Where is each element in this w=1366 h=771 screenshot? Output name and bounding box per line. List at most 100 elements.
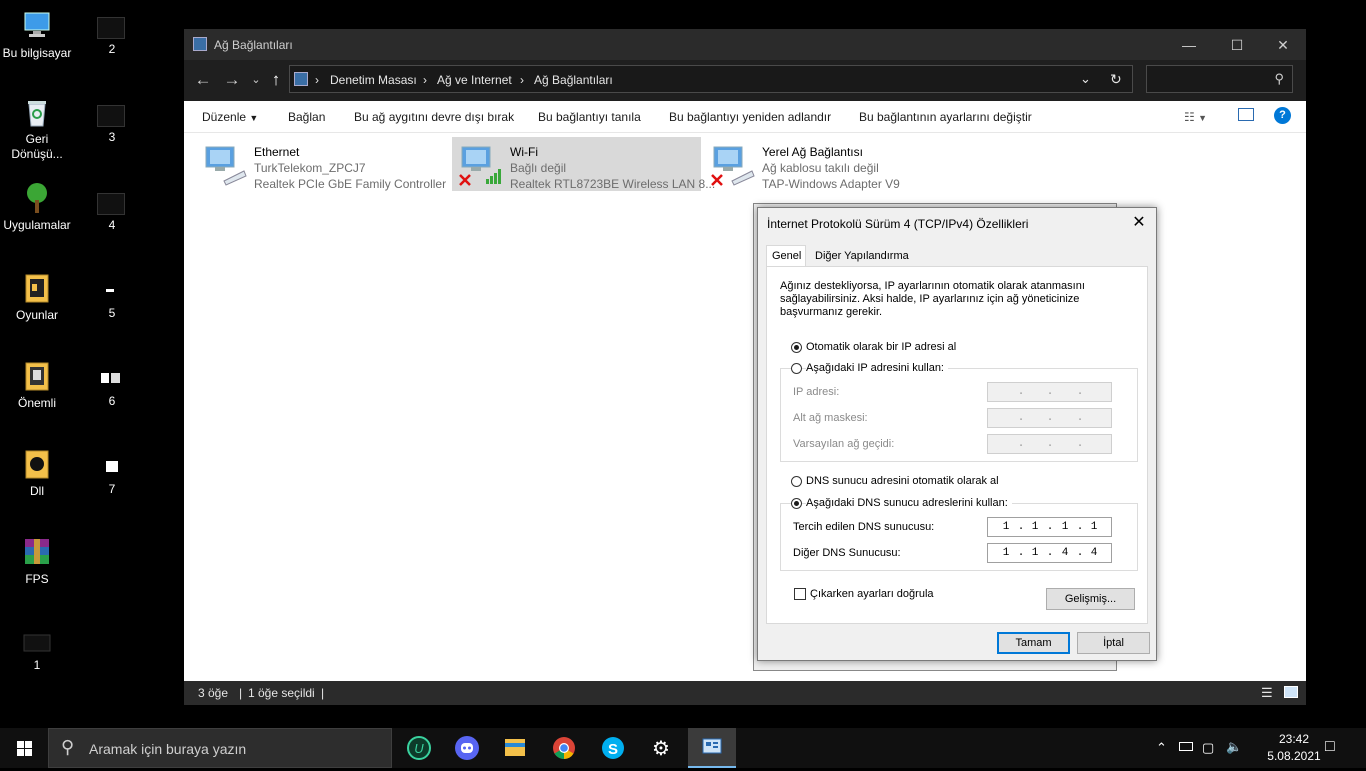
desktop-icon-label: Uygulamalar	[3, 218, 71, 232]
taskbar-app-skype[interactable]: S	[589, 728, 637, 768]
clock-date[interactable]: 5.08.2021	[1257, 749, 1331, 763]
connection-local-area[interactable]: Yerel Ağ Bağlantısı Ağ kablosu takılı de…	[704, 137, 924, 191]
breadcrumb-control-panel[interactable]: Denetim Masası	[330, 73, 417, 87]
chevron-down-icon: ▼	[249, 113, 259, 123]
desktop-icon-1[interactable]: 1	[0, 632, 74, 673]
desktop-icon-label: 6	[108, 394, 116, 408]
ok-button[interactable]: Tamam	[997, 632, 1070, 654]
ip-auto-label[interactable]: Otomatik olarak bir IP adresi al	[806, 341, 956, 353]
skype-icon: S	[602, 737, 624, 759]
up-icon[interactable]: ↑	[265, 70, 287, 90]
connection-wifi[interactable]: Wi-Fi Bağlı değil Realtek RTL8723BE Wire…	[452, 137, 715, 191]
diagnose-button[interactable]: Bu bağlantıyı tanıla	[538, 110, 641, 124]
back-icon[interactable]: ←	[192, 70, 214, 90]
taskbar-search-input[interactable]: ⚲ Aramak için buraya yazın	[48, 728, 392, 768]
address-bar[interactable]: › Denetim Masası › Ağ ve Internet › Ağ B…	[289, 65, 1133, 93]
title-bar[interactable]: Ağ Bağlantıları — ☐ ✕	[184, 29, 1306, 60]
desktop-icon-label: 4	[108, 218, 116, 232]
network-icon[interactable]: ▢	[1202, 740, 1214, 756]
taskbar-app-settings[interactable]: ⚙	[638, 728, 686, 768]
desktop-icon-this-pc[interactable]: Bu bilgisayar	[0, 10, 74, 61]
advanced-button[interactable]: Gelişmiş...	[1046, 588, 1135, 610]
desktop-icon-label: Geri Dönüşü...	[11, 132, 63, 161]
selected-count: 1 öğe seçildi	[248, 686, 315, 700]
minimize-button[interactable]: —	[1169, 33, 1209, 57]
window-title: Ağ Bağlantıları	[214, 38, 293, 52]
preferred-dns-field[interactable]: 1. 1. 1. 1	[987, 517, 1112, 537]
file-thumbnail-icon[interactable]	[97, 193, 125, 215]
taskbar-app-chrome[interactable]	[540, 728, 588, 768]
volume-icon[interactable]: 🔈	[1226, 739, 1242, 755]
chevron-up-icon[interactable]: ⌃	[1156, 740, 1167, 756]
cancel-button[interactable]: İptal	[1077, 632, 1150, 654]
close-button[interactable]: ✕	[1263, 33, 1303, 57]
breadcrumb-separator-icon: ›	[423, 73, 427, 87]
connection-status: TurkTelekom_ZPCJ7	[254, 161, 366, 175]
dns-auto-radio[interactable]	[791, 476, 802, 487]
ipv4-properties-dialog: İnternet Protokolü Sürüm 4 (TCP/IPv4) Öz…	[757, 207, 1157, 661]
maximize-button[interactable]: ☐	[1217, 33, 1257, 57]
desktop-icon-label: Dll	[30, 484, 44, 498]
dns-manual-radio[interactable]	[791, 498, 802, 509]
rename-button[interactable]: Bu bağlantıyı yeniden adlandır	[669, 110, 831, 124]
breadcrumb-separator-icon: ›	[315, 73, 319, 87]
refresh-icon[interactable]: ↻	[1110, 71, 1122, 88]
battery-icon[interactable]	[1179, 742, 1193, 751]
ip-manual-label[interactable]: Aşağıdaki IP adresini kullan:	[806, 362, 948, 374]
disable-device-button[interactable]: Bu ağ aygıtını devre dışı bırak	[354, 110, 514, 124]
gear-icon: ⚙	[652, 738, 670, 760]
status-bar: 3 öğe | 1 öğe seçildi | ☰	[184, 681, 1306, 705]
connection-device: Realtek PCIe GbE Family Controller	[254, 177, 447, 191]
connection-ethernet[interactable]: Ethernet TurkTelekom_ZPCJ7 Realtek PCIe …	[196, 137, 446, 191]
ip-manual-radio[interactable]	[791, 363, 802, 374]
chrome-icon	[553, 737, 575, 759]
change-settings-button[interactable]: Bu bağlantının ayarlarını değiştir	[859, 110, 1032, 124]
taskbar-app-discord[interactable]	[443, 728, 491, 768]
start-button[interactable]	[0, 728, 48, 768]
ip-auto-radio[interactable]	[791, 342, 802, 353]
preview-pane-icon[interactable]	[1238, 108, 1254, 121]
forward-icon[interactable]: →	[221, 70, 243, 90]
item-count: 3 öğe	[198, 686, 229, 700]
file-thumbnail-icon[interactable]	[97, 105, 125, 127]
dns-manual-label[interactable]: Aşağıdaki DNS sunucu adreslerini kullan:	[806, 497, 1012, 509]
octet: 1	[1090, 521, 1098, 533]
help-icon[interactable]: ?	[1274, 107, 1291, 124]
organize-button[interactable]: Düzenle ▼	[202, 110, 258, 124]
recent-locations-icon[interactable]: ⌄	[245, 73, 267, 86]
details-view-icon[interactable]: ☰	[1261, 685, 1273, 701]
connect-button[interactable]: Bağlan	[288, 110, 325, 124]
close-icon[interactable]: ✕	[1128, 213, 1150, 233]
validate-on-exit-checkbox[interactable]	[794, 588, 806, 600]
file-thumbnail-icon[interactable]	[97, 17, 125, 39]
dns-auto-label[interactable]: DNS sunucu adresini otomatik olarak al	[806, 475, 999, 487]
desktop-icon-recycle-bin[interactable]: Geri Dönüşü...	[0, 96, 74, 162]
tab-alternate-configuration[interactable]: Diğer Yapılandırma	[810, 246, 914, 266]
desktop-icon-games[interactable]: Oyunlar	[0, 272, 74, 323]
desktop-icon-dll[interactable]: Dll	[0, 448, 74, 499]
file-thumbnail-icon[interactable]	[97, 457, 123, 477]
desktop-icon-important[interactable]: Önemli	[0, 360, 74, 411]
search-input[interactable]: ⚲	[1146, 65, 1293, 93]
taskbar-app-file-explorer[interactable]	[491, 728, 539, 768]
preferred-dns-label: Tercih edilen DNS sunucusu:	[793, 521, 935, 533]
breadcrumb-network-internet[interactable]: Ağ ve Internet	[437, 73, 512, 87]
notification-icon[interactable]: □	[1325, 738, 1335, 756]
file-thumbnail-icon[interactable]	[97, 281, 123, 301]
view-options-icon[interactable]: ☷ ▼	[1184, 110, 1207, 124]
taskbar-app-control-panel[interactable]	[688, 728, 736, 768]
file-thumbnail-icon[interactable]	[97, 369, 123, 389]
breadcrumb-network-connections[interactable]: Ağ Bağlantıları	[534, 73, 613, 87]
taskbar-app-ublock[interactable]: U	[395, 728, 443, 768]
control-panel-icon	[294, 72, 308, 86]
desktop-icon-label: 1	[33, 658, 41, 672]
large-icons-view-icon[interactable]	[1284, 686, 1298, 698]
alternate-dns-field[interactable]: 1. 1. 4. 4	[987, 543, 1112, 563]
chevron-down-icon[interactable]: ⌄	[1080, 71, 1091, 87]
desktop-icon-fps[interactable]: FPS	[0, 536, 74, 587]
validate-on-exit-label[interactable]: Çıkarken ayarları doğrula	[810, 588, 934, 600]
tab-general[interactable]: Genel	[766, 245, 806, 267]
svg-text:S: S	[608, 741, 618, 758]
desktop-icon-apps[interactable]: Uygulamalar	[0, 182, 74, 233]
clock-time[interactable]: 23:42	[1263, 732, 1325, 746]
